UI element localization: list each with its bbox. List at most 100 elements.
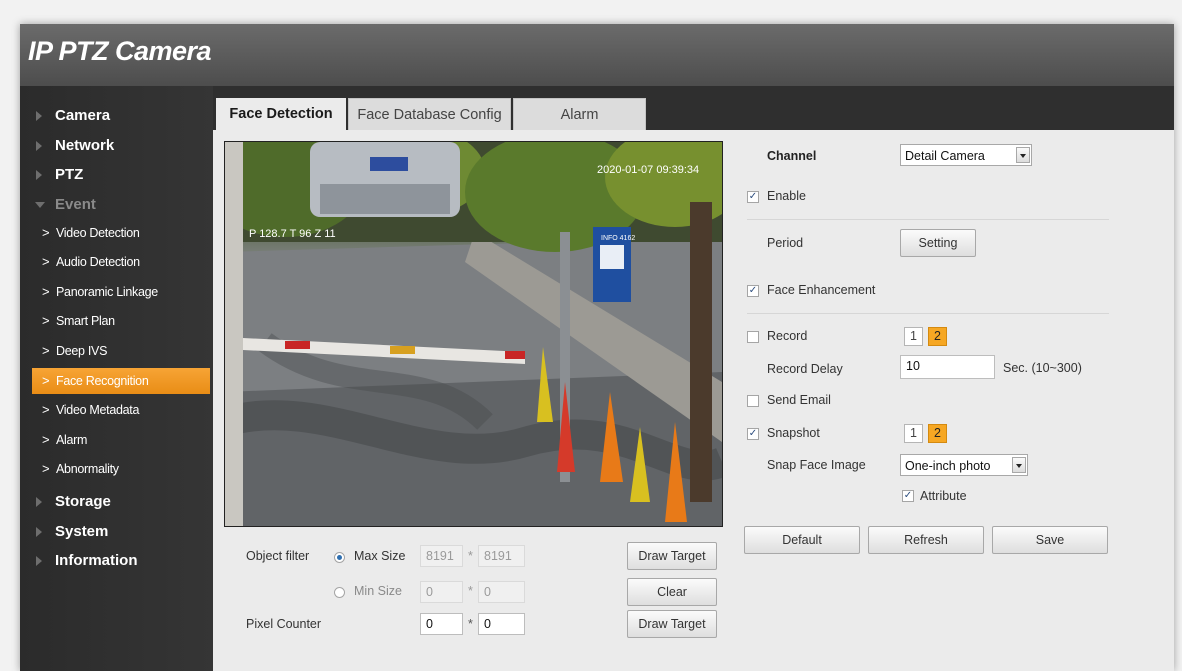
send-email-checkbox[interactable] bbox=[747, 395, 759, 407]
clear-button[interactable]: Clear bbox=[627, 578, 717, 606]
chevron-right-icon bbox=[36, 497, 42, 507]
sidebar-item-video-detection[interactable]: > Video Detection bbox=[32, 220, 210, 246]
snap-face-image-label: Snap Face Image bbox=[767, 458, 866, 472]
period-label: Period bbox=[767, 236, 804, 250]
sidebar-item-label: System bbox=[55, 523, 109, 540]
sidebar-item-alarm[interactable]: > Alarm bbox=[32, 427, 210, 453]
times-symbol: * bbox=[468, 584, 473, 598]
chevron-right-icon bbox=[36, 111, 42, 121]
sidebar-item-label: Storage bbox=[55, 493, 111, 510]
snapshot-channel-1[interactable]: 1 bbox=[904, 424, 923, 443]
max-height-field[interactable]: 8191 bbox=[478, 545, 525, 567]
video-timestamp: 2020-01-07 09:39:34 bbox=[597, 164, 699, 176]
snapshot-checkbox[interactable]: ✓ bbox=[747, 428, 759, 440]
channel-label: Channel bbox=[767, 149, 817, 163]
pixel-counter-width-field[interactable]: 0 bbox=[420, 613, 463, 635]
sidebar-item-deep-ivs[interactable]: > Deep IVS bbox=[32, 338, 210, 364]
sidebar-item-panoramic-linkage[interactable]: > Panoramic Linkage bbox=[32, 279, 210, 305]
sidebar-item-audio-detection[interactable]: > Audio Detection bbox=[32, 249, 210, 275]
snap-face-image-value: One-inch photo bbox=[905, 459, 991, 473]
chevron-right-icon: > bbox=[42, 284, 50, 299]
default-button[interactable]: Default bbox=[744, 526, 860, 554]
times-symbol: * bbox=[468, 617, 473, 631]
sidebar-item-network[interactable]: Network bbox=[20, 134, 210, 158]
sidebar-item-label: Event bbox=[55, 196, 96, 213]
sidebar-item-label: Network bbox=[55, 137, 115, 154]
divider bbox=[747, 313, 1109, 314]
chevron-right-icon bbox=[36, 527, 42, 537]
sidebar-item-label: Video Metadata bbox=[56, 403, 140, 417]
chevron-right-icon: > bbox=[42, 373, 50, 388]
save-button[interactable]: Save bbox=[992, 526, 1108, 554]
sidebar-item-face-recognition[interactable]: > Face Recognition bbox=[32, 368, 210, 394]
enable-label: Enable bbox=[767, 189, 806, 203]
enable-checkbox[interactable]: ✓ bbox=[747, 191, 759, 203]
pixel-counter-height-field[interactable]: 0 bbox=[478, 613, 525, 635]
min-height-field[interactable]: 0 bbox=[478, 581, 525, 603]
times-symbol: * bbox=[468, 549, 473, 563]
app-header: IP PTZ Camera bbox=[20, 24, 1174, 86]
sidebar-item-label: Audio Detection bbox=[56, 255, 140, 269]
chevron-right-icon: > bbox=[42, 254, 50, 269]
refresh-button[interactable]: Refresh bbox=[868, 526, 984, 554]
record-delay-unit: Sec. (10~300) bbox=[1003, 361, 1082, 375]
chevron-right-icon: > bbox=[42, 432, 50, 447]
chevron-right-icon bbox=[36, 141, 42, 151]
sidebar-item-label: Abnormality bbox=[56, 462, 119, 476]
face-enhancement-label: Face Enhancement bbox=[767, 283, 876, 297]
sidebar-item-label: Information bbox=[55, 552, 138, 569]
app-title: IP PTZ Camera bbox=[28, 36, 212, 66]
record-delay-label: Record Delay bbox=[767, 362, 843, 376]
sidebar-item-event[interactable]: Event bbox=[20, 193, 210, 217]
sidebar-item-label: PTZ bbox=[55, 166, 84, 183]
period-setting-button[interactable]: Setting bbox=[900, 229, 976, 257]
sidebar-item-storage[interactable]: Storage bbox=[20, 490, 210, 514]
tab-alarm[interactable]: Alarm bbox=[513, 98, 646, 130]
attribute-label: Attribute bbox=[920, 489, 967, 503]
chevron-right-icon: > bbox=[42, 343, 50, 358]
attribute-checkbox[interactable]: ✓ bbox=[902, 490, 914, 502]
min-size-label: Min Size bbox=[354, 584, 402, 598]
min-width-field[interactable]: 0 bbox=[420, 581, 463, 603]
chevron-right-icon bbox=[36, 170, 42, 180]
record-channel-2[interactable]: 2 bbox=[928, 327, 947, 346]
send-email-label: Send Email bbox=[767, 393, 831, 407]
chevron-down-icon bbox=[1012, 457, 1026, 473]
chevron-right-icon bbox=[36, 556, 42, 566]
max-width-field[interactable]: 8191 bbox=[420, 545, 463, 567]
video-scene-image: INFO 4162 2020-01-07 09:39:34 P 128.7 T … bbox=[225, 142, 722, 526]
channel-select[interactable]: Detail Camera bbox=[900, 144, 1032, 166]
sidebar-item-smart-plan[interactable]: > Smart Plan bbox=[32, 308, 210, 334]
chevron-right-icon: > bbox=[42, 225, 50, 240]
sidebar: Camera Network PTZ Event > Video Detecti… bbox=[20, 86, 213, 671]
tab-face-detection[interactable]: Face Detection bbox=[216, 98, 346, 130]
snap-face-image-select[interactable]: One-inch photo bbox=[900, 454, 1028, 476]
sidebar-item-abnormality[interactable]: > Abnormality bbox=[32, 456, 210, 482]
sidebar-item-label: Smart Plan bbox=[56, 314, 115, 328]
record-checkbox[interactable] bbox=[747, 331, 759, 343]
chevron-right-icon: > bbox=[42, 461, 50, 476]
sidebar-item-ptz[interactable]: PTZ bbox=[20, 163, 210, 187]
record-channel-1[interactable]: 1 bbox=[904, 327, 923, 346]
record-delay-field[interactable]: 10 bbox=[900, 355, 995, 379]
sidebar-item-video-metadata[interactable]: > Video Metadata bbox=[32, 397, 210, 423]
chevron-right-icon: > bbox=[42, 313, 50, 328]
sidebar-item-label: Alarm bbox=[56, 433, 88, 447]
tab-face-database-config[interactable]: Face Database Config bbox=[348, 98, 511, 130]
pixel-counter-draw-target-button[interactable]: Draw Target bbox=[627, 610, 717, 638]
sidebar-item-information[interactable]: Information bbox=[20, 549, 210, 573]
snapshot-channel-2[interactable]: 2 bbox=[928, 424, 947, 443]
min-size-radio[interactable] bbox=[334, 587, 345, 598]
chevron-right-icon: > bbox=[42, 402, 50, 417]
sidebar-item-label: Video Detection bbox=[56, 226, 140, 240]
face-enhancement-checkbox[interactable]: ✓ bbox=[747, 285, 759, 297]
max-size-radio[interactable] bbox=[334, 552, 345, 563]
ptz-position-overlay: P 128.7 T 96 Z 11 bbox=[249, 228, 336, 240]
live-video[interactable]: INFO 4162 2020-01-07 09:39:34 P 128.7 T … bbox=[224, 141, 723, 527]
draw-target-button[interactable]: Draw Target bbox=[627, 542, 717, 570]
divider bbox=[747, 219, 1109, 220]
sign-text: INFO 4162 bbox=[601, 235, 635, 242]
sidebar-item-system[interactable]: System bbox=[20, 520, 210, 544]
object-filter-label: Object filter bbox=[246, 549, 310, 563]
sidebar-item-camera[interactable]: Camera bbox=[20, 104, 210, 128]
